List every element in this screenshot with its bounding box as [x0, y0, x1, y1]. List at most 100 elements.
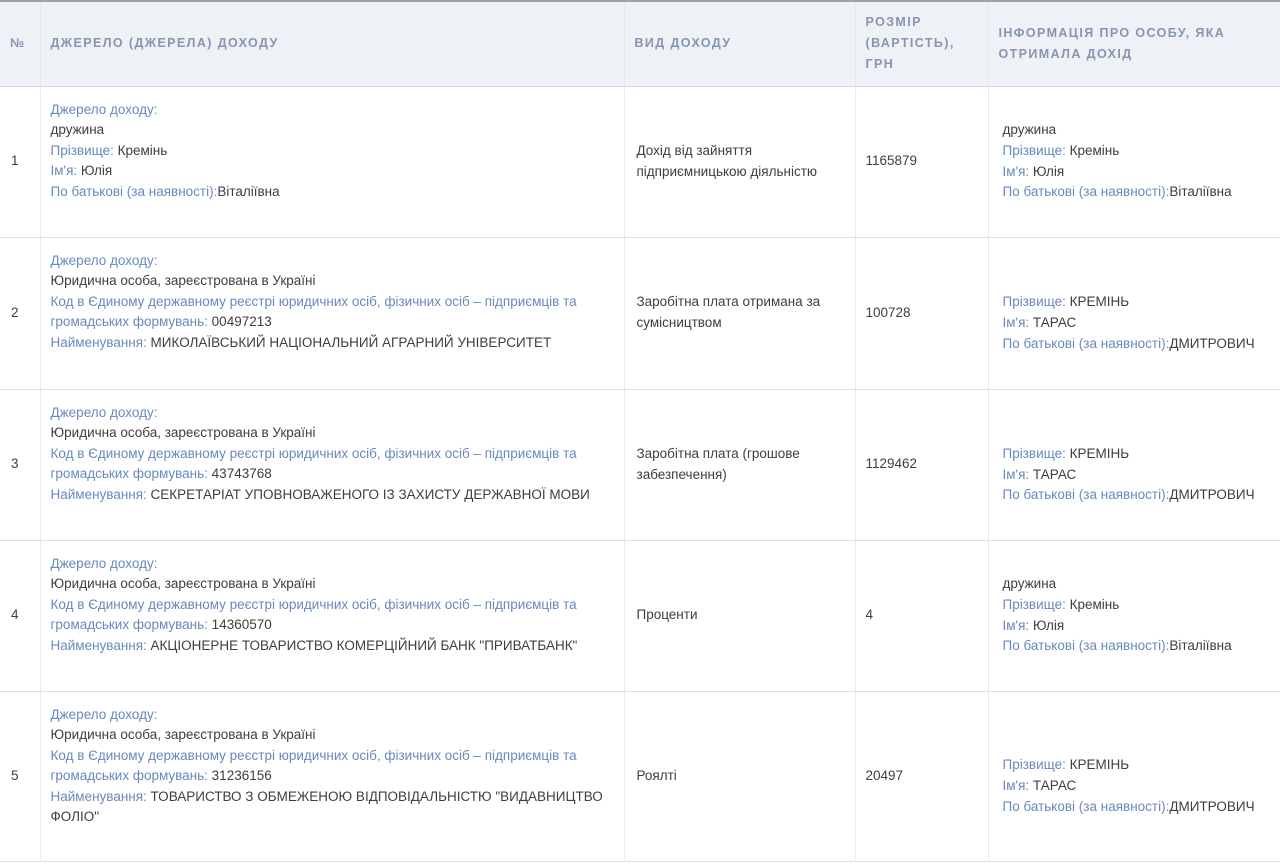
- field-value: СЕКРЕТАРІАТ УПОВНОВАЖЕНОГО ІЗ ЗАХИСТУ ДЕ…: [151, 487, 590, 502]
- row-number-cell: 1: [0, 86, 40, 237]
- field-value: Юридична особа, зареєстрована в Україні: [51, 576, 316, 591]
- field-line: Найменування: АКЦІОНЕРНЕ ТОВАРИСТВО КОМЕ…: [51, 636, 604, 657]
- field-label: Прізвище:: [1003, 294, 1070, 309]
- field-value: Кремінь: [1070, 597, 1120, 612]
- field-label: Код в Єдиному державному реєстрі юридичн…: [51, 294, 577, 330]
- person-cell: дружина Прізвище: Кремінь Ім'я: Юлія По бат…: [988, 540, 1280, 691]
- field-label: Ім'я:: [1003, 164, 1033, 179]
- field-value: КРЕМІНЬ: [1070, 294, 1129, 309]
- field-label: Прізвище:: [1003, 597, 1070, 612]
- field-line: Прізвище: Кремінь: [1003, 595, 1267, 616]
- field-line: Найменування: СЕКРЕТАРІАТ УПОВНОВАЖЕНОГО…: [51, 485, 604, 506]
- field-line: [1003, 423, 1267, 444]
- income-source-cell: Джерело доходу: дружина Прізвище: КреміньІ…: [40, 86, 624, 237]
- field-value: Юлія: [81, 163, 112, 178]
- field-line: [1003, 272, 1267, 293]
- field-line: Прізвище: Кремінь: [1003, 141, 1267, 162]
- field-line: Юридична особа, зареєстрована в Україні: [51, 574, 604, 595]
- field-line: По батькові (за наявності):Віталіївна: [1003, 636, 1267, 657]
- field-value: Віталіївна: [1169, 638, 1231, 653]
- amount-cell: 100728: [855, 237, 988, 389]
- field-line: Джерело доходу:: [51, 403, 604, 424]
- amount-cell: 20497: [855, 691, 988, 861]
- field-value: ТАРАС: [1033, 778, 1076, 793]
- field-value: дружина: [51, 122, 105, 137]
- income-table: № Джерело (джерела) доходу Вид доходу Ро…: [0, 0, 1280, 862]
- person-cell: дружинаПрізвище: КреміньІм'я: ЮліяПо бат…: [988, 86, 1280, 237]
- field-label: Код в Єдиному державному реєстрі юридичн…: [51, 748, 577, 784]
- field-line: Прізвище: КРЕМІНЬ: [1003, 292, 1267, 313]
- table-row: 1 Джерело доходу: дружина Прізвище: Кремін…: [0, 86, 1280, 237]
- field-line: Ім'я: Юлія: [1003, 162, 1267, 183]
- field-line: Код в Єдиному державному реєстрі юридичн…: [51, 746, 604, 787]
- field-value: ДМИТРОВИЧ: [1169, 336, 1254, 351]
- field-line: Прізвище: Кремінь: [51, 141, 604, 162]
- person-cell: Прізвище: КРЕМІНЬІм'я: ТАРАСПо батькові …: [988, 389, 1280, 540]
- field-line: По батькові (за наявності):ДМИТРОВИЧ: [1003, 485, 1267, 506]
- field-label: Джерело доходу:: [51, 707, 158, 722]
- field-value: Юридична особа, зареєстрована в Україні: [51, 273, 316, 288]
- field-line: По батькові (за наявності):Віталіївна: [51, 182, 604, 203]
- field-value: ТАРАС: [1033, 315, 1076, 330]
- field-line: Код в Єдиному державному реєстрі юридичн…: [51, 595, 604, 636]
- row-number-cell: 3: [0, 389, 40, 540]
- field-line: По батькові (за наявності):ДМИТРОВИЧ: [1003, 797, 1267, 818]
- col-header-person: Інформація про особу, яка отримала дохід: [988, 1, 1280, 86]
- field-line: дружина: [1003, 120, 1267, 141]
- field-value: 00497213: [212, 314, 272, 329]
- field-line: Юридична особа, зареєстрована в Україні: [51, 423, 604, 444]
- field-value: ТАРАС: [1033, 467, 1076, 482]
- field-line: [1003, 735, 1267, 756]
- person-cell: Прізвище: КРЕМІНЬІм'я: ТАРАСПо батькові …: [988, 237, 1280, 389]
- field-label: По батькові (за наявності):: [1003, 487, 1170, 502]
- field-line: дружина: [51, 120, 604, 141]
- amount-cell: 1165879: [855, 86, 988, 237]
- field-value: дружина: [1003, 122, 1057, 137]
- field-value: 31236156: [212, 768, 272, 783]
- col-header-amount: Розмір (вартість), грн: [855, 1, 988, 86]
- field-line: Найменування: МИКОЛАЇВСЬКИЙ НАЦІОНАЛЬНИЙ…: [51, 333, 604, 354]
- field-label: Ім'я:: [1003, 467, 1033, 482]
- field-value: Віталіївна: [217, 184, 279, 199]
- row-number-cell: 5: [0, 691, 40, 861]
- field-label: Найменування:: [51, 335, 151, 350]
- field-value: Юридична особа, зареєстрована в Україні: [51, 727, 316, 742]
- field-line: Ім'я: ТАРАС: [1003, 313, 1267, 334]
- income-type-cell: Дохід від зайняття підприємницькою діяль…: [624, 86, 855, 237]
- field-line: Ім'я: Юлія: [51, 161, 604, 182]
- field-line: Ім'я: ТАРАС: [1003, 465, 1267, 486]
- field-label: Джерело доходу:: [51, 102, 158, 117]
- field-line: Ім'я: ТАРАС: [1003, 776, 1267, 797]
- table-header: № Джерело (джерела) доходу Вид доходу Ро…: [0, 1, 1280, 86]
- col-header-income-source: Джерело (джерела) доходу: [40, 1, 624, 86]
- field-label: По батькові (за наявності):: [1003, 638, 1170, 653]
- amount-cell: 1129462: [855, 389, 988, 540]
- income-source-cell: Джерело доходу: Юридична особа, зареєстро…: [40, 237, 624, 389]
- table-row: 2 Джерело доходу:Юридична особа, зареєст…: [0, 237, 1280, 389]
- field-label: Найменування:: [51, 638, 151, 653]
- field-label: Джерело доходу:: [51, 253, 158, 268]
- field-line: Код в Єдиному державному реєстрі юридичн…: [51, 444, 604, 485]
- field-line: Код в Єдиному державному реєстрі юридичн…: [51, 292, 604, 333]
- field-line: Джерело доходу:: [51, 100, 604, 121]
- field-value: МИКОЛАЇВСЬКИЙ НАЦІОНАЛЬНИЙ АГРАРНИЙ УНІВ…: [151, 335, 552, 350]
- income-type-cell: Заробітна плата отримана за сумісництвом: [624, 237, 855, 389]
- field-value: Юлія: [1033, 618, 1064, 633]
- field-value: 43743768: [212, 466, 272, 481]
- field-label: Ім'я:: [1003, 618, 1033, 633]
- field-value: Кремінь: [118, 143, 168, 158]
- field-line: Найменування: ТОВАРИСТВО З ОБМЕЖЕНОЮ ВІД…: [51, 787, 604, 828]
- field-value: АКЦІОНЕРНЕ ТОВАРИСТВО КОМЕРЦІЙНИЙ БАНК "…: [151, 638, 578, 653]
- table-row: 5 Джерело доходу: Юридична особа, зареєст…: [0, 691, 1280, 861]
- field-line: дружина: [1003, 574, 1267, 595]
- field-label: Ім'я:: [51, 163, 81, 178]
- field-line: Прізвище: КРЕМІНЬ: [1003, 444, 1267, 465]
- field-label: Найменування:: [51, 487, 151, 502]
- field-value: дружина: [1003, 576, 1057, 591]
- field-line: Юридична особа, зареєстрована в Україні: [51, 725, 604, 746]
- field-label: Прізвище:: [1003, 143, 1070, 158]
- field-value: КРЕМІНЬ: [1070, 446, 1129, 461]
- income-type-cell: Роялті: [624, 691, 855, 861]
- amount-cell: 4: [855, 540, 988, 691]
- field-label: Код в Єдиному державному реєстрі юридичн…: [51, 446, 577, 482]
